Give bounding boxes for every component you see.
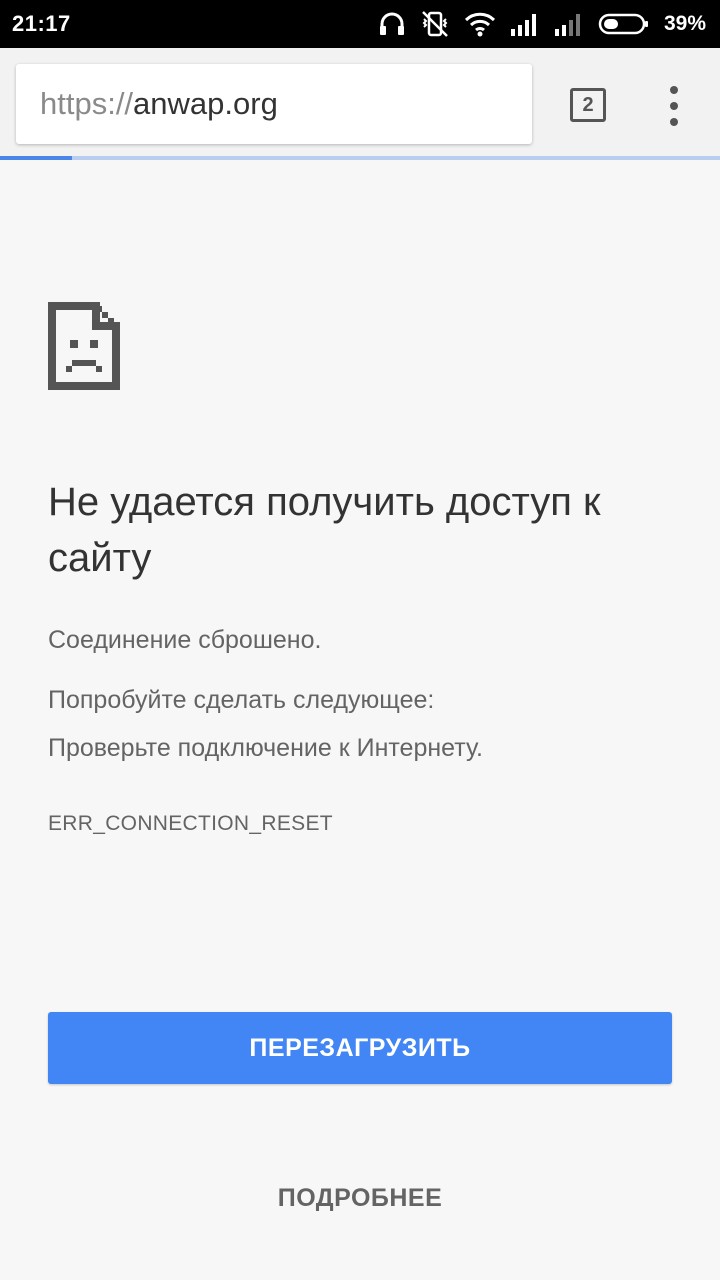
error-title: Не удается получить доступ к сайту	[48, 480, 601, 580]
error-description: Соединение сброшено.	[48, 626, 322, 654]
vibrate-off-icon	[422, 11, 448, 37]
signal-icon	[554, 14, 580, 36]
menu-dot-icon	[670, 118, 678, 126]
page-load-progress	[0, 156, 720, 160]
reload-button[interactable]: ПЕРЕЗАГРУЗИТЬ	[48, 1012, 672, 1084]
menu-dot-icon	[670, 86, 678, 94]
battery-percent: 39%	[663, 12, 706, 35]
status-bar: 21:17 39%	[0, 0, 720, 48]
battery-icon	[598, 13, 648, 35]
menu-dot-icon	[670, 102, 678, 110]
url-bar[interactable]: https://anwap.org	[16, 64, 532, 144]
suggestions-heading: Попробуйте сделать следующее:	[48, 686, 435, 714]
tab-switcher-button[interactable]: 2	[570, 88, 606, 122]
error-code: ERR_CONNECTION_RESET	[48, 812, 333, 835]
menu-button[interactable]	[660, 86, 688, 126]
url-host: anwap.org	[133, 86, 278, 121]
suggestion-item: Проверьте подключение к Интернету.	[48, 734, 483, 762]
browser-toolbar: https://anwap.org 2	[0, 48, 720, 156]
progress-fill	[0, 156, 72, 160]
status-time: 21:17	[12, 11, 71, 36]
wifi-icon	[464, 12, 496, 37]
headphones-icon	[379, 12, 404, 35]
url-scheme: https://	[40, 86, 134, 121]
status-icons: 39%	[378, 10, 706, 38]
sad-page-icon	[48, 302, 120, 390]
details-button[interactable]: ПОДРОБНЕЕ	[240, 1174, 480, 1222]
signal-icon	[510, 14, 536, 36]
